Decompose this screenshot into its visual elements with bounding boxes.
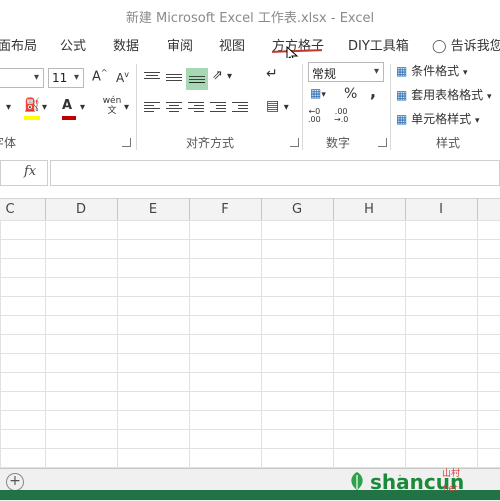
text-orientation-icon: ⇗ — [212, 68, 223, 83]
column-divider — [261, 198, 262, 220]
grid-line — [261, 220, 262, 468]
styles-group-label: 样式 — [436, 136, 461, 150]
align-left-icon[interactable] — [144, 100, 160, 114]
font-color-button[interactable]: A — [62, 98, 76, 120]
column-divider — [333, 198, 334, 220]
fill-color-dropdown[interactable]: ▾ — [42, 102, 47, 113]
number-format-combo[interactable]: 常规 ▾ — [308, 62, 384, 82]
column-header-i[interactable]: I — [406, 202, 476, 217]
increase-indent-icon[interactable] — [232, 100, 248, 114]
border-dropdown-button[interactable]: ▾ — [6, 102, 11, 113]
column-divider — [405, 198, 406, 220]
align-top-icon[interactable] — [144, 70, 160, 84]
insert-function-button[interactable]: fx — [24, 164, 36, 179]
column-divider — [117, 198, 118, 220]
decrease-font-size-button[interactable]: Av — [116, 70, 129, 85]
tab-formulas[interactable]: 公式 — [60, 35, 86, 54]
phonetic-dropdown[interactable]: ▾ — [124, 102, 129, 113]
align-bottom-icon — [189, 74, 205, 88]
column-header-f[interactable]: F — [190, 202, 260, 217]
font-name-combo[interactable]: ▾ — [0, 68, 44, 88]
watermark-domain: .net — [440, 484, 458, 494]
decrease-decimal-button[interactable]: .00 →.0 — [334, 108, 348, 124]
column-header-e[interactable]: E — [118, 202, 188, 217]
tab-data[interactable]: 数据 — [113, 35, 139, 54]
font-dialog-launcher[interactable] — [122, 138, 131, 147]
grid-line — [405, 220, 406, 468]
chevron-down-icon: ▾ — [73, 72, 79, 83]
font-color-dropdown[interactable]: ▾ — [80, 102, 85, 113]
shancun-leaf-logo-icon — [351, 472, 363, 490]
tab-page-layout[interactable]: 面布局 — [0, 35, 37, 54]
grid-line — [45, 220, 46, 468]
formula-input[interactable] — [50, 160, 500, 186]
tab-diy-toolbox[interactable]: DIY工具箱 — [348, 35, 409, 54]
increase-decimal-button[interactable]: ←0.00 — [308, 108, 321, 124]
align-middle-icon[interactable] — [166, 72, 182, 86]
comma-style-button[interactable]: , — [370, 82, 376, 101]
column-header-h[interactable]: H — [334, 202, 404, 217]
number-group-label: 数字 — [326, 136, 351, 150]
increase-font-size-button[interactable]: A^ — [92, 68, 108, 84]
percent-style-button[interactable]: % — [344, 86, 357, 102]
grid-line — [477, 220, 478, 468]
grid-line — [333, 220, 334, 468]
column-divider — [45, 198, 46, 220]
conditional-format-button[interactable]: ▦ 条件格式 ▾ — [396, 62, 468, 79]
fill-color-swatch — [24, 116, 40, 120]
window-title: 新建 Microsoft Excel 工作表.xlsx - Excel — [125, 11, 375, 26]
font-group-label: 字体 — [0, 136, 17, 150]
alignment-dialog-launcher[interactable] — [290, 138, 299, 147]
paint-bucket-icon: ⛽ — [24, 98, 41, 113]
align-right-icon[interactable] — [188, 100, 204, 114]
cell-styles-button[interactable]: ▦ 单元格样式 ▾ — [396, 110, 480, 127]
merge-cells-icon: ▤ — [266, 98, 280, 114]
tab-review[interactable]: 审阅 — [167, 35, 193, 54]
currency-icon: ▦ — [310, 86, 322, 100]
accounting-format-button[interactable]: ▦▾ — [310, 86, 326, 100]
chevron-down-icon: ▾ — [373, 66, 379, 77]
tab-view[interactable]: 视图 — [219, 35, 245, 54]
column-header-g[interactable]: G — [262, 202, 332, 217]
decrease-indent-icon[interactable] — [210, 100, 226, 114]
group-divider — [302, 64, 303, 150]
font-color-a-icon: A — [62, 98, 73, 113]
column-divider — [477, 198, 478, 220]
phonetic-guide-button[interactable]: wén 文 — [102, 96, 122, 116]
add-sheet-button[interactable]: + — [6, 473, 24, 491]
cell-styles-icon: ▦ — [396, 112, 408, 126]
tell-me-search[interactable]: ◯ 告诉我您想 — [432, 35, 500, 54]
conditional-format-icon: ▦ — [396, 64, 408, 78]
grid-line — [117, 220, 118, 468]
column-header-d[interactable]: D — [46, 202, 116, 217]
watermark-suffix: 山村 — [442, 469, 461, 479]
lightbulb-icon: ◯ — [432, 39, 447, 54]
orientation-button[interactable]: ⇗ ▾ — [212, 68, 232, 83]
grid-line — [189, 220, 190, 468]
group-divider — [136, 64, 137, 150]
ribbon-tabs: 面布局 公式 数据 审阅 视图 方方格子 DIY工具箱 ◯ 告诉我您想 — [0, 30, 500, 58]
wrap-text-icon[interactable]: ↵ — [266, 66, 278, 82]
column-header-c[interactable]: C — [0, 202, 45, 217]
column-header-row: C D E F G H I — [0, 198, 500, 222]
worksheet-grid[interactable] — [0, 220, 500, 468]
fill-color-button[interactable]: ⛽ — [24, 98, 41, 120]
ribbon: ▾ 11 ▾ A^ Av ▾ ⛽ ▾ A ▾ wén 文 ▾ 字体 ⇗ ▾ ↵ … — [0, 58, 500, 151]
chevron-down-icon: ▾ — [33, 72, 39, 83]
number-dialog-launcher[interactable] — [378, 138, 387, 147]
merge-center-button[interactable]: ▤ ▾ — [266, 98, 289, 114]
align-center-icon[interactable] — [166, 100, 182, 114]
font-size-combo[interactable]: 11 ▾ — [48, 68, 84, 88]
alignment-group-label: 对齐方式 — [186, 136, 235, 150]
font-color-swatch — [62, 116, 76, 120]
group-divider — [390, 64, 391, 150]
format-as-table-button[interactable]: ▦ 套用表格格式 ▾ — [396, 86, 492, 103]
table-format-icon: ▦ — [396, 88, 408, 102]
column-divider — [189, 198, 190, 220]
